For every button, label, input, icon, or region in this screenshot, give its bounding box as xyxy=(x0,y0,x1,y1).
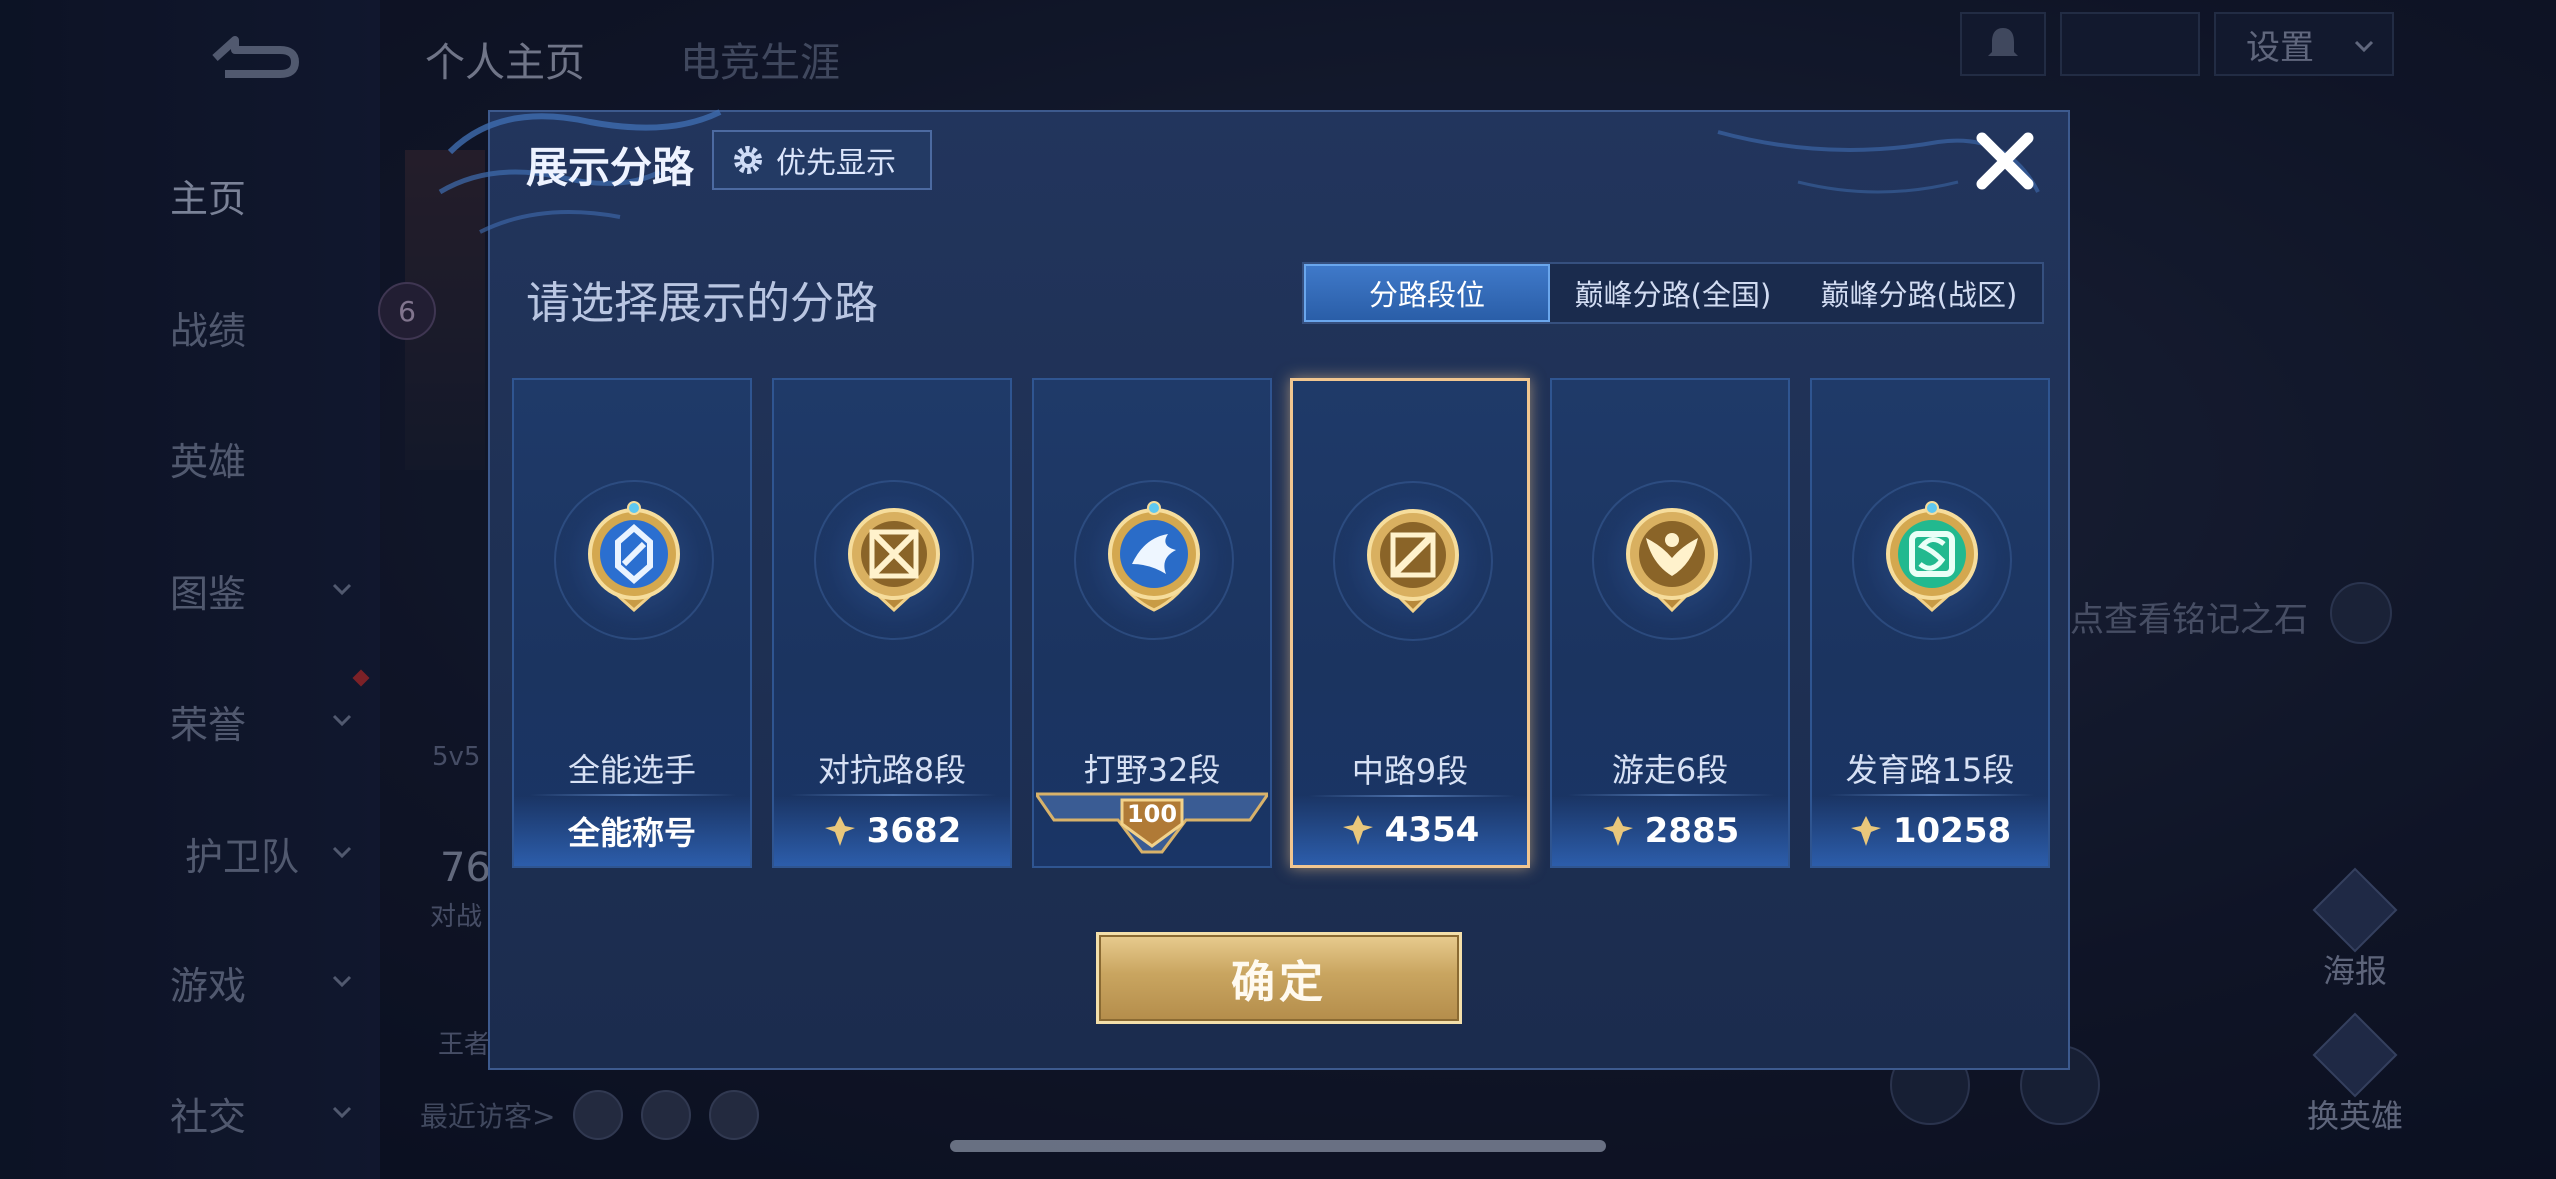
lane-points: 3682 xyxy=(866,811,962,851)
points-icon xyxy=(1342,815,1373,845)
farm-lane-icon xyxy=(1886,501,1978,613)
lane-title-value: 全能称号 xyxy=(567,814,696,852)
lane-card-jungle[interactable]: 打野32段 100 xyxy=(1032,378,1272,868)
lane-points: 2885 xyxy=(1644,811,1740,851)
points-icon xyxy=(824,816,855,846)
tab-lane-rank[interactable]: 分路段位 xyxy=(1304,264,1550,322)
lane-points: 10258 xyxy=(1892,811,2012,851)
lane-name: 全能选手 xyxy=(567,751,696,789)
mid-lane-icon xyxy=(1367,509,1459,614)
lane-card-all-round[interactable]: 全能选手 全能称号 xyxy=(512,378,752,868)
lane-card-mid-lane[interactable]: 中路9段 4354 xyxy=(1290,378,1530,868)
lane-value-bar: 全能称号 xyxy=(514,796,750,866)
lane-value-bar: 4354 xyxy=(1293,795,1527,865)
points-icon xyxy=(1850,816,1881,846)
priority-display-label: 优先显示 xyxy=(776,146,896,181)
jungle-dragon-icon xyxy=(1108,501,1200,612)
lane-card-clash-lane[interactable]: 对抗路8段 3682 xyxy=(772,378,1012,868)
close-icon[interactable] xyxy=(1970,126,2040,196)
lane-card-farm-lane[interactable]: 发育路15段 10258 xyxy=(1810,378,2050,868)
lane-name: 中路9段 xyxy=(1351,752,1469,790)
dialog-title: 展示分路 xyxy=(526,143,695,192)
lane-card-roam[interactable]: 游走6段 2885 xyxy=(1550,378,1790,868)
roam-wings-icon xyxy=(1626,508,1718,613)
lane-value-bar: 2885 xyxy=(1552,796,1788,866)
points-icon xyxy=(1602,816,1633,846)
lane-name: 发育路15段 xyxy=(1845,751,2015,789)
lane-value-bar: 3682 xyxy=(774,796,1010,866)
home-indicator[interactable] xyxy=(950,1140,1606,1152)
display-lane-dialog: 展示分路 优先显示 请选择展示的分路 分路段位 巅峰分路(全国) 巅峰分路(战区… xyxy=(438,109,2070,1070)
lane-points: 4354 xyxy=(1384,810,1480,850)
tab-peak-lane-region[interactable]: 巅峰分路(战区) xyxy=(1796,264,2042,322)
lane-card-list: 全能选手 全能称号 对抗路8段 3682 打野32段 100 中路9段 4354… xyxy=(512,378,2052,868)
lane-value-bar: 10258 xyxy=(1812,796,2048,866)
lane-name: 打野32段 xyxy=(1083,751,1221,789)
clash-lane-icon xyxy=(848,508,940,613)
dialog-subtitle: 请选择展示的分路 xyxy=(526,278,878,329)
gear-icon xyxy=(734,146,762,174)
priority-display-button[interactable]: 优先显示 xyxy=(712,130,932,190)
rank-banner: 100 xyxy=(1033,790,1271,860)
lane-name: 对抗路8段 xyxy=(817,751,967,789)
tab-peak-lane-national[interactable]: 巅峰分路(全国) xyxy=(1550,264,1796,322)
lane-name: 游走6段 xyxy=(1611,751,1729,789)
all-round-lane-icon xyxy=(588,501,680,613)
confirm-button[interactable]: 确定 xyxy=(1096,932,1462,1024)
lane-mode-tabs: 分路段位 巅峰分路(全国) 巅峰分路(战区) xyxy=(1302,262,2044,324)
rank-number: 100 xyxy=(1126,800,1178,828)
